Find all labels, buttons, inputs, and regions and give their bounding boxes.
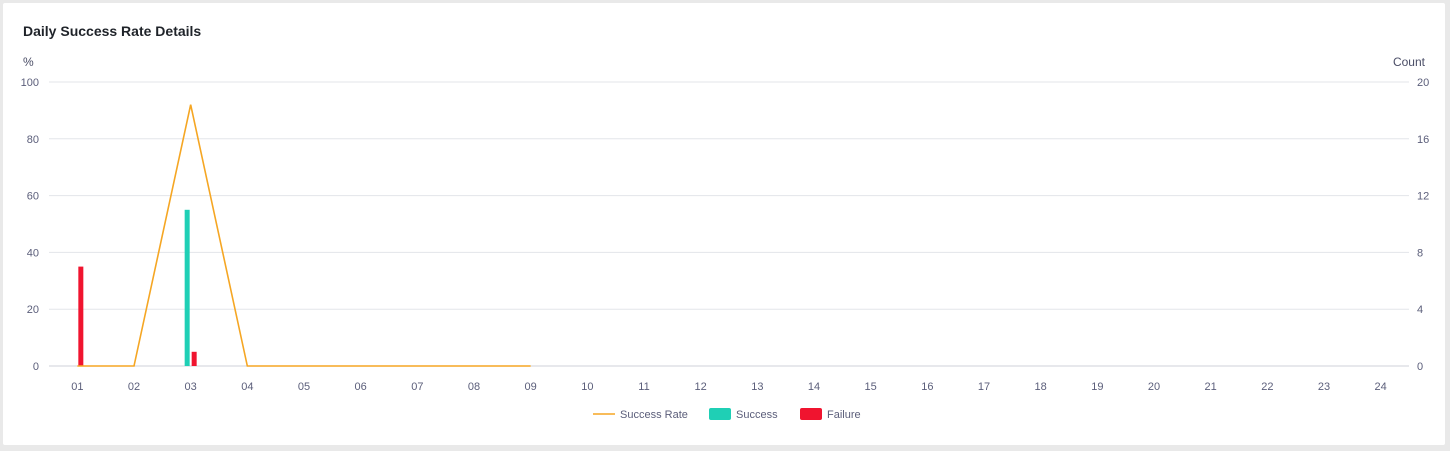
legend-label: Success Rate (620, 409, 688, 421)
y-left-tick-label: 0 (33, 361, 39, 373)
x-tick-label: 07 (411, 381, 423, 393)
y-right-tick-label: 4 (1417, 304, 1423, 316)
x-tick-label: 23 (1318, 381, 1330, 393)
x-tick-label: 13 (751, 381, 763, 393)
x-tick-label: 15 (865, 381, 877, 393)
x-tick-label: 03 (185, 381, 197, 393)
x-tick-label: 09 (525, 381, 537, 393)
y-left-tick-label: 80 (27, 134, 39, 146)
x-tick-label: 05 (298, 381, 310, 393)
x-tick-label: 18 (1035, 381, 1047, 393)
x-tick-label: 06 (355, 381, 367, 393)
x-tick-label: 12 (695, 381, 707, 393)
legend-failure-swatch (800, 408, 822, 420)
y-left-axis-label: % (23, 55, 34, 69)
success-rate-line (77, 104, 531, 367)
y-right-tick-label: 16 (1417, 134, 1429, 146)
y-right-tick-label: 0 (1417, 361, 1423, 373)
legend-success-swatch (709, 408, 731, 420)
x-tick-label: 16 (921, 381, 933, 393)
x-tick-label: 24 (1375, 381, 1387, 393)
y-left-tick-label: 60 (27, 191, 39, 203)
x-tick-label: 14 (808, 381, 820, 393)
x-tick-label: 17 (978, 381, 990, 393)
legend-label: Failure (827, 409, 861, 421)
y-right-tick-label: 20 (1417, 77, 1429, 89)
legend-label: Success (736, 409, 778, 421)
x-tick-label: 21 (1205, 381, 1217, 393)
x-tick-label: 22 (1261, 381, 1273, 393)
failure-bar (78, 266, 84, 366)
failure-bar (191, 351, 197, 366)
x-tick-label: 04 (241, 381, 253, 393)
success-bar (184, 209, 190, 366)
x-tick-label: 19 (1091, 381, 1103, 393)
x-tick-label: 10 (581, 381, 593, 393)
x-tick-label: 20 (1148, 381, 1160, 393)
y-right-axis-label: Count (1393, 55, 1426, 69)
y-left-tick-label: 100 (21, 77, 39, 89)
y-left-tick-label: 20 (27, 304, 39, 316)
x-tick-label: 08 (468, 381, 480, 393)
success-rate-chart: 020406080100048121620% Count01 02 03 04 05 06 0… (21, 55, 1430, 421)
y-left-tick-label: 40 (27, 247, 39, 259)
x-tick-label: 02 (128, 381, 140, 393)
chart-card: Daily Success Rate Details 0 20 40 60 80 100 0… (3, 3, 1445, 445)
y-right-tick-label: 12 (1417, 191, 1429, 203)
y-right-tick-label: 8 (1417, 247, 1423, 259)
x-tick-label: 11 (638, 381, 649, 393)
x-tick-label: 01 (71, 381, 83, 393)
